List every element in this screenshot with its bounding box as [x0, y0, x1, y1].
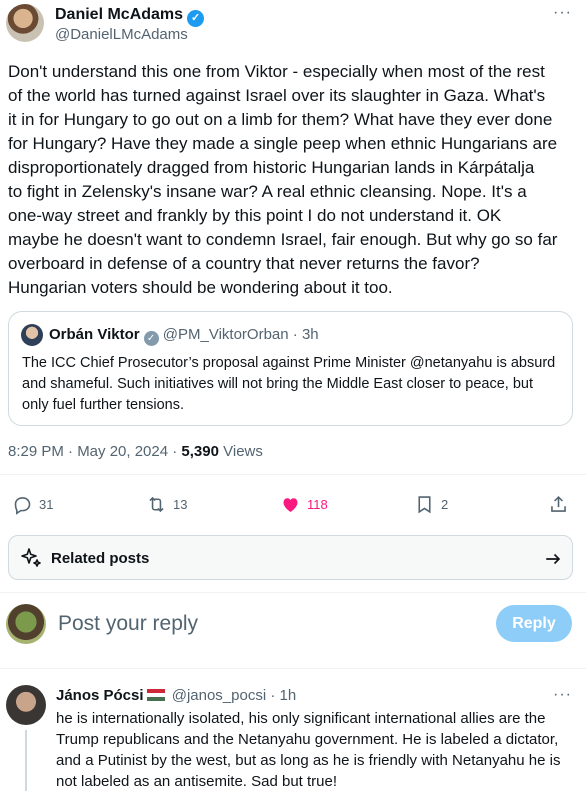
reply-icon	[14, 497, 31, 515]
divider	[0, 668, 586, 669]
related-posts-label: Related posts	[51, 550, 150, 567]
tweet-meta: 8:29 PM · May 20, 2024 · 5,390 Views	[8, 443, 263, 460]
quote-author-avatar	[21, 324, 43, 346]
sparkle-icon	[21, 548, 41, 567]
reply-author-avatar[interactable]	[6, 685, 46, 725]
reply-text: he is internationally isolated, his only…	[56, 710, 561, 790]
views-count: 5,390	[181, 443, 219, 460]
share-icon	[551, 495, 566, 512]
quote-time: · 3h	[292, 326, 319, 343]
author-handle[interactable]: @DanielLMcAdams	[55, 26, 188, 43]
tweet-text: Don't understand this one from Viktor - …	[8, 62, 558, 297]
related-posts-button[interactable]: Related posts	[8, 535, 573, 580]
quote-author-handle: @PM_ViktorOrban	[162, 326, 289, 343]
reply-time[interactable]: · 1h	[270, 687, 296, 704]
quote-author-name: Orbán Viktor	[49, 326, 140, 343]
bookmark-action-button[interactable]: 2	[414, 494, 448, 515]
arrow-right-icon	[546, 553, 561, 565]
reply-input[interactable]: Post your reply	[58, 612, 198, 636]
divider	[0, 474, 586, 475]
quoted-tweet[interactable]: Orbán Viktor ✓ @PM_ViktorOrban · 3h The I…	[8, 311, 573, 426]
repost-icon	[149, 496, 164, 513]
like-action-button[interactable]: 118	[280, 494, 328, 515]
quote-text: The ICC Chief Prosecutor’s proposal agai…	[22, 355, 556, 413]
current-user-avatar[interactable]	[6, 604, 46, 644]
repost-action-button[interactable]: 13	[146, 494, 187, 515]
heart-icon	[283, 498, 298, 512]
like-count: 118	[307, 497, 328, 512]
repost-count: 13	[173, 497, 188, 512]
more-options-icon[interactable]: ···	[553, 4, 572, 22]
reply-author-handle[interactable]: @janos_pocsi	[172, 687, 266, 704]
views-label: Views	[218, 443, 263, 460]
bookmark-icon	[418, 496, 431, 514]
author-name[interactable]: Daniel McAdams ✓	[55, 6, 205, 27]
share-action-button[interactable]	[548, 494, 575, 515]
author-avatar[interactable]	[6, 4, 44, 42]
reply-action-button[interactable]: 31	[12, 494, 53, 515]
more-options-icon[interactable]: ···	[553, 686, 572, 704]
quote-header: Orbán Viktor ✓ @PM_ViktorOrban · 3h	[49, 326, 319, 346]
verified-badge-icon: ✓	[143, 331, 159, 346]
divider	[0, 592, 586, 593]
reply-author-name[interactable]: János Pócsi	[56, 687, 144, 704]
verified-badge-icon: ✓	[187, 10, 205, 27]
hungary-flag-icon	[146, 689, 165, 701]
tweet-timestamp[interactable]: 8:29 PM · May 20, 2024 ·	[8, 443, 181, 460]
bookmark-count: 2	[441, 497, 449, 512]
reply-count: 31	[39, 497, 54, 512]
reply-header: János Pócsi @janos_pocsi · 1h	[56, 687, 296, 704]
thread-line	[25, 730, 27, 791]
reply-button[interactable]: Reply	[496, 605, 572, 642]
